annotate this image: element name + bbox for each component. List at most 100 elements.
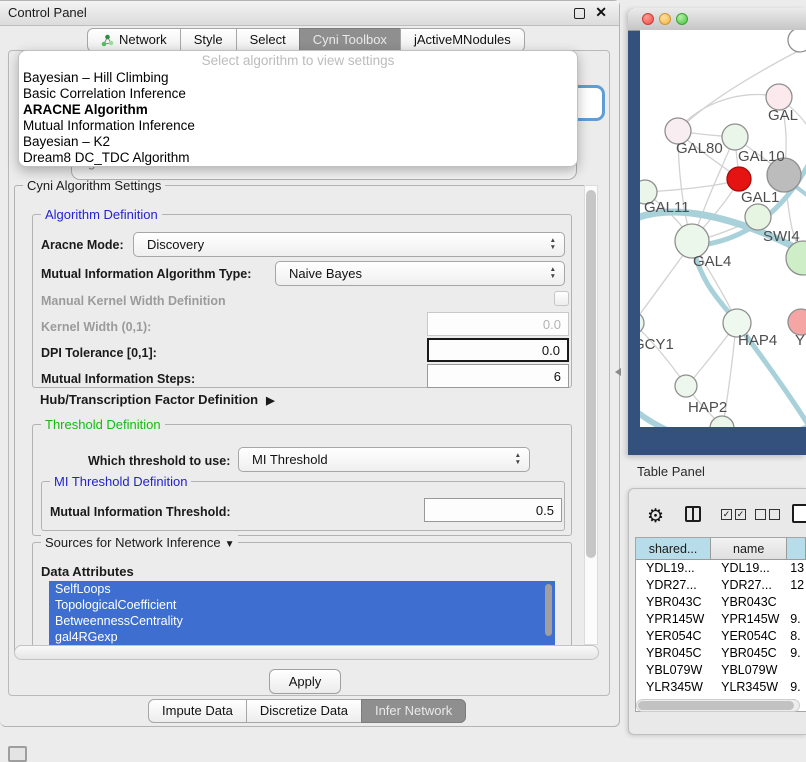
algorithm-option[interactable]: Basic Correlation Inference xyxy=(19,86,577,102)
tab-jactivemnodules[interactable]: jActiveMNodules xyxy=(400,28,525,52)
control-panel-titlebar[interactable]: Control Panel ✕ xyxy=(0,1,619,26)
attribute-item[interactable]: TopologicalCoefficient xyxy=(49,597,555,613)
table-header-row: shared...name xyxy=(636,538,806,560)
table-cell[interactable]: YBR043C xyxy=(711,594,787,611)
tab-impute-data[interactable]: Impute Data xyxy=(148,699,247,723)
hub-definition-expander[interactable]: Hub/Transcription Factor Definition▶ xyxy=(40,392,275,407)
table-cell[interactable]: YDR27... xyxy=(636,577,711,594)
minimize-traffic-light-icon[interactable] xyxy=(659,13,671,25)
table-cell[interactable]: YPR145W xyxy=(636,611,711,628)
aracne-mode-value: Discovery xyxy=(147,237,204,252)
sources-collapser[interactable]: Sources for Network Inference▼ xyxy=(41,535,238,550)
network-node-SWI4[interactable] xyxy=(745,204,771,230)
tab-cyni-toolbox[interactable]: Cyni Toolbox xyxy=(299,28,401,52)
vertical-scrollbar[interactable] xyxy=(584,185,598,645)
tab-style[interactable]: Style xyxy=(180,28,237,52)
manual-kernel-checkbox[interactable] xyxy=(554,291,569,306)
close-traffic-light-icon[interactable] xyxy=(642,13,654,25)
vertical-scrollbar-thumb[interactable] xyxy=(586,190,596,558)
table-row[interactable]: YBR045CYBR045C9. xyxy=(636,645,806,662)
kernel-width-field[interactable]: 0.0 xyxy=(427,312,569,336)
algorithm-option[interactable]: Bayesian – Hill Climbing xyxy=(19,70,577,86)
table-row[interactable]: YBL079WYBL079W xyxy=(636,662,806,679)
algorithm-option[interactable]: Bayesian – K2 xyxy=(19,134,577,150)
splitpane-collapse-arrow[interactable] xyxy=(615,368,621,376)
table-cell[interactable]: YBR045C xyxy=(636,645,711,662)
column-header[interactable]: shared... xyxy=(636,538,711,560)
table-cell[interactable]: YDL19... xyxy=(711,560,787,577)
network-edge[interactable] xyxy=(678,94,779,130)
collapsed-panel-button[interactable] xyxy=(8,746,27,762)
table-cell[interactable]: 8. xyxy=(787,628,806,645)
table-cell[interactable]: 13 xyxy=(787,560,806,577)
gear-icon[interactable]: ⚙ xyxy=(647,505,664,528)
tab-network[interactable]: Network xyxy=(87,28,181,52)
table-cell[interactable]: YDL19... xyxy=(636,560,711,577)
unchecked-boxes-icon[interactable] xyxy=(755,509,780,520)
table-row[interactable]: YBR043CYBR043C xyxy=(636,594,806,611)
table-row[interactable]: YLR345WYLR345W9. xyxy=(636,679,806,696)
table-cell[interactable] xyxy=(787,662,806,679)
aracne-mode-combobox[interactable]: Discovery ▲▼ xyxy=(133,232,565,257)
apply-button[interactable]: Apply xyxy=(269,669,341,694)
data-attributes-list[interactable]: SelfLoopsTopologicalCoefficientBetweenne… xyxy=(49,581,555,649)
network-edge[interactable] xyxy=(640,324,686,385)
which-threshold-combobox[interactable]: MI Threshold ▲▼ xyxy=(238,447,530,472)
table-cell[interactable]: YBR043C xyxy=(636,594,711,611)
column-header[interactable]: name xyxy=(711,538,787,560)
network-node-partial-top[interactable] xyxy=(788,30,806,52)
mi-threshold-field[interactable]: 0.5 xyxy=(424,498,562,522)
tab-discretize-data[interactable]: Discretize Data xyxy=(246,699,362,723)
column-header[interactable] xyxy=(787,538,806,560)
table-cell[interactable]: 9. xyxy=(787,679,806,696)
threshold-definition-group: Threshold Definition Which threshold to … xyxy=(32,424,572,536)
network-edge[interactable] xyxy=(647,180,739,192)
table-cell[interactable]: YER054C xyxy=(636,628,711,645)
table-cell[interactable] xyxy=(787,594,806,611)
panel-icon[interactable] xyxy=(792,504,806,523)
table-cell[interactable]: YBR045C xyxy=(711,645,787,662)
attribute-item[interactable]: SelfLoops xyxy=(49,581,555,597)
network-node-GAL10[interactable] xyxy=(722,124,748,150)
algorithm-option[interactable]: Mutual Information Inference xyxy=(19,118,577,134)
table-cell[interactable]: YDR27... xyxy=(711,577,787,594)
table-row[interactable]: YDL19...YDL19...13 xyxy=(636,560,806,577)
algorithm-option[interactable]: Dream8 DC_TDC Algorithm xyxy=(19,150,577,166)
mi-steps-field[interactable]: 6 xyxy=(427,364,569,388)
horizontal-scrollbar[interactable] xyxy=(14,645,599,660)
table-cell[interactable]: YBL079W xyxy=(711,662,787,679)
list-scrollbar-thumb[interactable] xyxy=(545,584,552,636)
attribute-item[interactable]: BetweennessCentrality xyxy=(49,613,555,629)
network-canvas[interactable]: GALGAL80GAL10GAL1GAL11SWI4GAL4GCY1HAP4YH… xyxy=(640,30,806,427)
float-panel-icon[interactable] xyxy=(574,8,585,19)
attribute-item[interactable]: gal4RGexp xyxy=(49,629,555,645)
network-node-GCY1[interactable] xyxy=(640,312,644,334)
network-window-titlebar[interactable] xyxy=(628,8,806,31)
table-row[interactable]: YER054CYER054C8. xyxy=(636,628,806,645)
mi-algorithm-type-combobox[interactable]: Naive Bayes ▲▼ xyxy=(275,261,565,286)
table-cell[interactable]: 9. xyxy=(787,611,806,628)
table-cell[interactable]: YER054C xyxy=(711,628,787,645)
network-node-HAP2[interactable] xyxy=(675,375,697,397)
table-scrollbar-thumb[interactable] xyxy=(638,701,794,710)
dpi-tolerance-field[interactable]: 0.0 xyxy=(427,338,569,362)
table-cell[interactable]: YLR345W xyxy=(636,679,711,696)
table-cell[interactable]: YBL079W xyxy=(636,662,711,679)
table-cell[interactable]: 9. xyxy=(787,645,806,662)
algorithm-option[interactable]: ARACNE Algorithm xyxy=(19,102,577,118)
algorithm-dropdown-popup: Select algorithm to view settings Bayesi… xyxy=(18,50,578,167)
table-cell[interactable]: YLR345W xyxy=(711,679,787,696)
split-columns-icon[interactable] xyxy=(685,506,701,522)
checked-boxes-icon[interactable]: ✓✓ xyxy=(721,509,746,520)
table-cell[interactable]: YPR145W xyxy=(711,611,787,628)
tab-infer-network[interactable]: Infer Network xyxy=(361,699,466,723)
network-node-red-node[interactable] xyxy=(727,167,751,191)
data-attributes-label: Data Attributes xyxy=(41,564,134,579)
table-horizontal-scrollbar[interactable] xyxy=(636,699,800,712)
close-icon[interactable]: ✕ xyxy=(595,4,607,21)
table-row[interactable]: YDR27...YDR27...12 xyxy=(636,577,806,594)
table-cell[interactable]: 12 xyxy=(787,577,806,594)
table-row[interactable]: YPR145WYPR145W9. xyxy=(636,611,806,628)
tab-select[interactable]: Select xyxy=(236,28,300,52)
zoom-traffic-light-icon[interactable] xyxy=(676,13,688,25)
